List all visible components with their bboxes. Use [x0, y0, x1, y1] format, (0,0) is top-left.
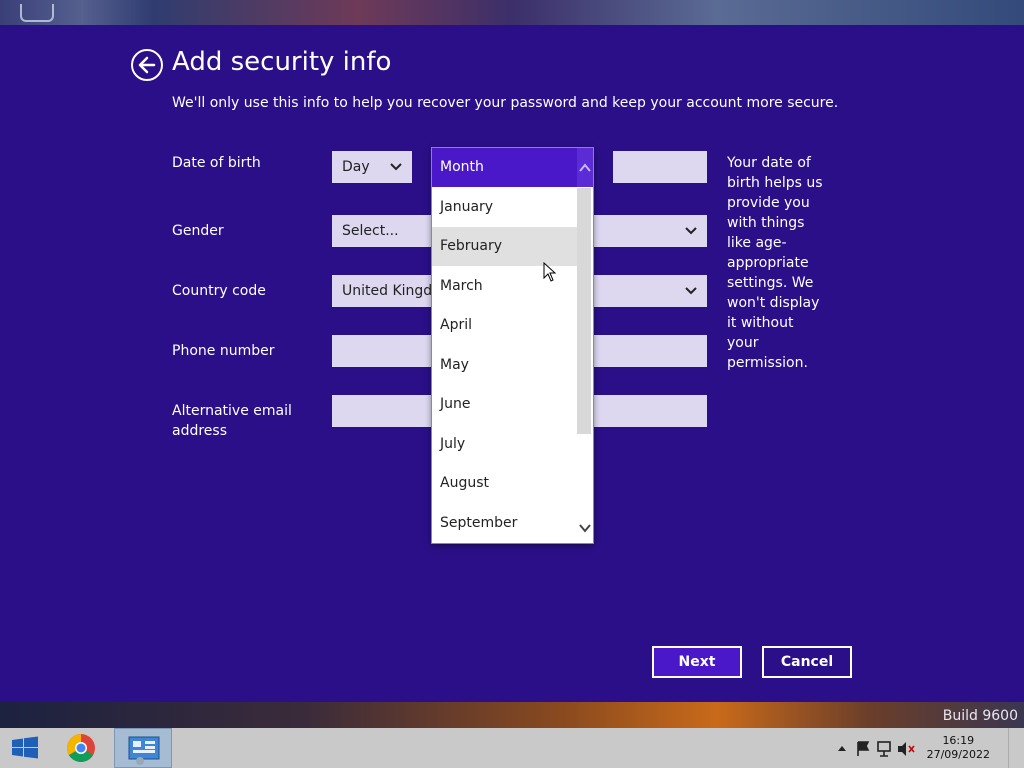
start-button[interactable]	[0, 728, 50, 768]
scroll-up-button[interactable]	[577, 148, 593, 187]
country-code-label: Country code	[172, 283, 266, 299]
page-subtitle: We'll only use this info to help you rec…	[172, 95, 839, 111]
control-panel-taskbar-button[interactable]	[114, 728, 172, 768]
chevron-down-icon	[685, 227, 697, 235]
dropdown-option-month[interactable]: Month	[432, 148, 577, 187]
page-title: Add security info	[172, 47, 392, 77]
security-info-window: Add security info We'll only use this in…	[0, 25, 1024, 702]
year-select[interactable]	[613, 151, 707, 183]
action-center-flag-icon	[857, 741, 870, 756]
desktop-wallpaper-bottom	[0, 702, 1024, 728]
chevron-down-icon	[390, 163, 402, 171]
system-tray	[834, 728, 924, 768]
volume-muted-icon	[898, 742, 906, 756]
day-select[interactable]: Day	[332, 151, 412, 183]
tray-icons	[838, 741, 915, 757]
dropdown-option-september[interactable]: September	[432, 504, 577, 543]
desktop-wallpaper-top	[0, 0, 1024, 25]
mouse-cursor-icon	[543, 262, 557, 282]
phone-number-label: Phone number	[172, 343, 275, 359]
show-hidden-icons-icon	[838, 746, 846, 751]
dropdown-option-april[interactable]: April	[432, 306, 577, 345]
dropdown-option-july[interactable]: July	[432, 425, 577, 464]
clock-date: 27/09/2022	[926, 748, 990, 761]
windows-logo-icon	[12, 736, 38, 759]
recycle-bin-icon[interactable]	[20, 4, 54, 22]
dropdown-option-may[interactable]: May	[432, 346, 577, 385]
month-dropdown[interactable]: Month January February March April May June Jul…	[431, 147, 594, 544]
gender-label: Gender	[172, 223, 224, 239]
gender-select-value: Select...	[342, 223, 399, 239]
taskbar-clock[interactable]: 16:19 27/09/2022	[927, 734, 990, 762]
dob-help-text: Your date of birth helps us provide you …	[727, 155, 823, 371]
chevron-up-icon	[579, 163, 591, 172]
chevron-down-icon	[579, 524, 591, 533]
network-icon	[877, 741, 891, 752]
show-desktop-button[interactable]	[1008, 728, 1024, 768]
chrome-icon	[67, 734, 95, 762]
chrome-taskbar-button[interactable]	[56, 728, 106, 768]
scroll-thumb[interactable]	[577, 188, 591, 434]
scroll-down-button[interactable]	[577, 519, 593, 537]
country-code-value: United Kingdo	[342, 283, 441, 299]
build-watermark: Build 9600	[942, 708, 1018, 724]
taskbar: 16:19 27/09/2022	[0, 728, 1024, 768]
next-button[interactable]: Next	[652, 646, 742, 678]
cancel-button[interactable]: Cancel	[762, 646, 852, 678]
dropdown-option-june[interactable]: June	[432, 385, 577, 424]
dob-label: Date of birth	[172, 155, 261, 171]
clock-time: 16:19	[942, 734, 975, 747]
back-button[interactable]	[131, 49, 163, 81]
day-select-value: Day	[342, 159, 370, 175]
dropdown-option-january[interactable]: January	[432, 188, 577, 227]
back-arrow-icon	[138, 56, 156, 74]
control-panel-icon	[128, 736, 160, 765]
chevron-down-icon	[685, 287, 697, 295]
dropdown-option-august[interactable]: August	[432, 464, 577, 503]
dropdown-scrollbar[interactable]	[577, 148, 593, 543]
alt-email-label: Alternative email address	[172, 401, 292, 441]
dropdown-option-february[interactable]: February	[432, 227, 577, 266]
alt-email-label-line1: Alternative email	[172, 403, 292, 419]
alt-email-label-line2: address	[172, 423, 228, 439]
